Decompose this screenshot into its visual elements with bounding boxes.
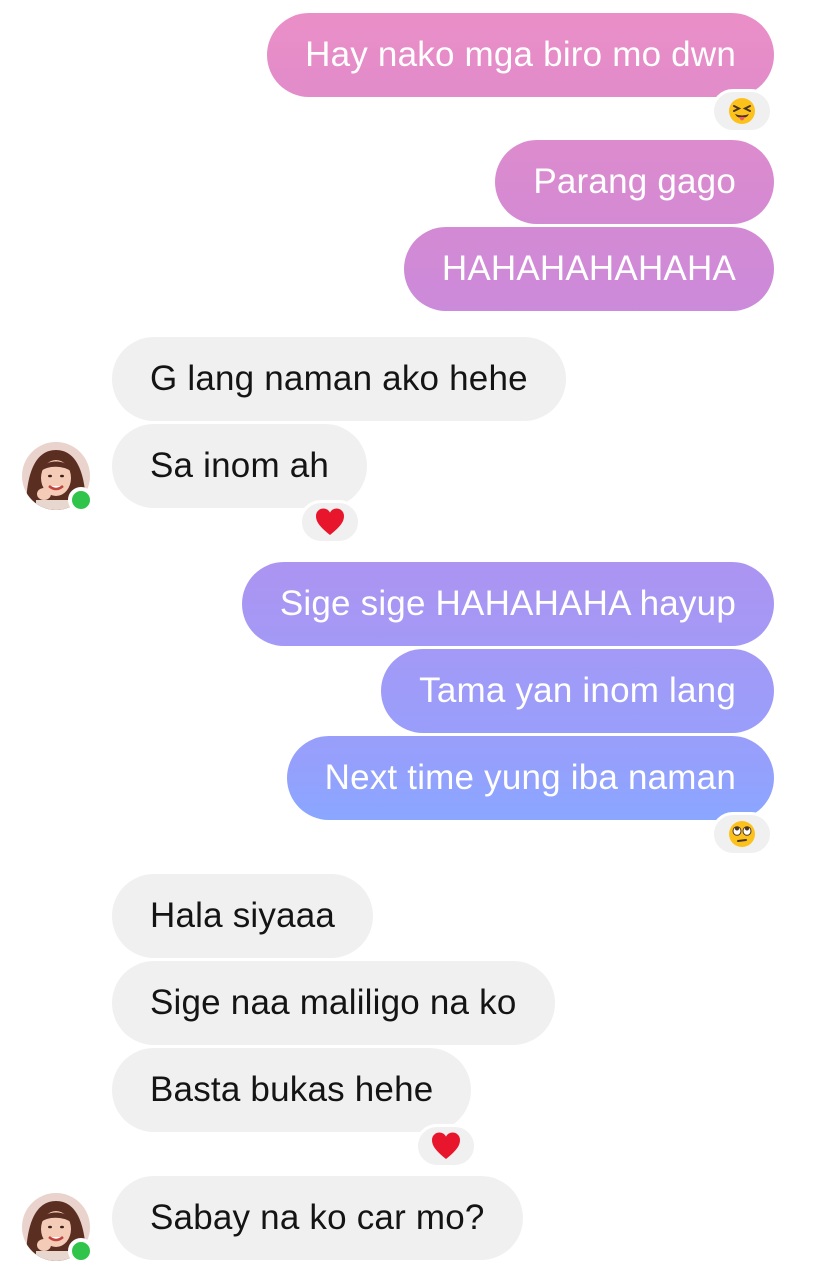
message-bubble-outgoing[interactable]: Next time yung iba naman [286,736,774,820]
eye-roll-emoji-icon [729,821,755,847]
message-text: Hala siyaaa [150,896,336,935]
reaction-badge[interactable] [711,812,773,856]
contact-avatar[interactable] [22,442,94,513]
message-bubble-incoming[interactable]: Sa inom ah [112,424,368,508]
message-text: Parang gago [533,162,736,201]
message-text: Next time yung iba naman [324,758,736,797]
message-bubble-incoming[interactable]: Sige naa maliligo na ko [112,961,555,1045]
message-bubble-outgoing[interactable]: Parang gago [495,140,774,224]
red-heart-emoji-icon [432,1132,460,1159]
message-text: Hay nako mga biro mo dwn [305,35,736,74]
reaction-badge[interactable] [415,1124,477,1168]
message-text: Sa inom ah [150,446,330,485]
message-bubble-outgoing[interactable]: Hay nako mga biro mo dwn [267,13,774,97]
message-text: Sabay na ko car mo? [150,1198,485,1237]
message-bubble-incoming[interactable]: Basta bukas hehe [112,1048,472,1132]
online-status-indicator [68,1238,94,1264]
contact-avatar[interactable] [22,1193,94,1264]
message-text: Basta bukas hehe [150,1070,434,1109]
reaction-badge[interactable] [711,89,773,133]
message-text: Tama yan inom lang [419,671,736,710]
reaction-badge[interactable] [299,500,361,544]
message-text: HAHAHAHAHAHA [441,249,736,288]
message-text: G lang naman ako hehe [150,359,528,398]
online-status-indicator [68,487,94,513]
message-bubble-outgoing[interactable]: Tama yan inom lang [381,649,774,733]
message-bubble-incoming[interactable]: Sabay na ko car mo? [112,1176,523,1260]
squinting-tongue-emoji-icon [729,98,755,124]
message-bubble-outgoing[interactable]: HAHAHAHAHAHA [403,227,774,311]
message-text: Sige sige HAHAHAHA hayup [279,584,736,623]
message-bubble-incoming[interactable]: Hala siyaaa [112,874,374,958]
red-heart-emoji-icon [316,508,344,535]
message-bubble-outgoing[interactable]: Sige sige HAHAHAHA hayup [241,562,774,646]
message-bubble-incoming[interactable]: G lang naman ako hehe [112,337,566,421]
message-text: Sige naa maliligo na ko [150,983,517,1022]
